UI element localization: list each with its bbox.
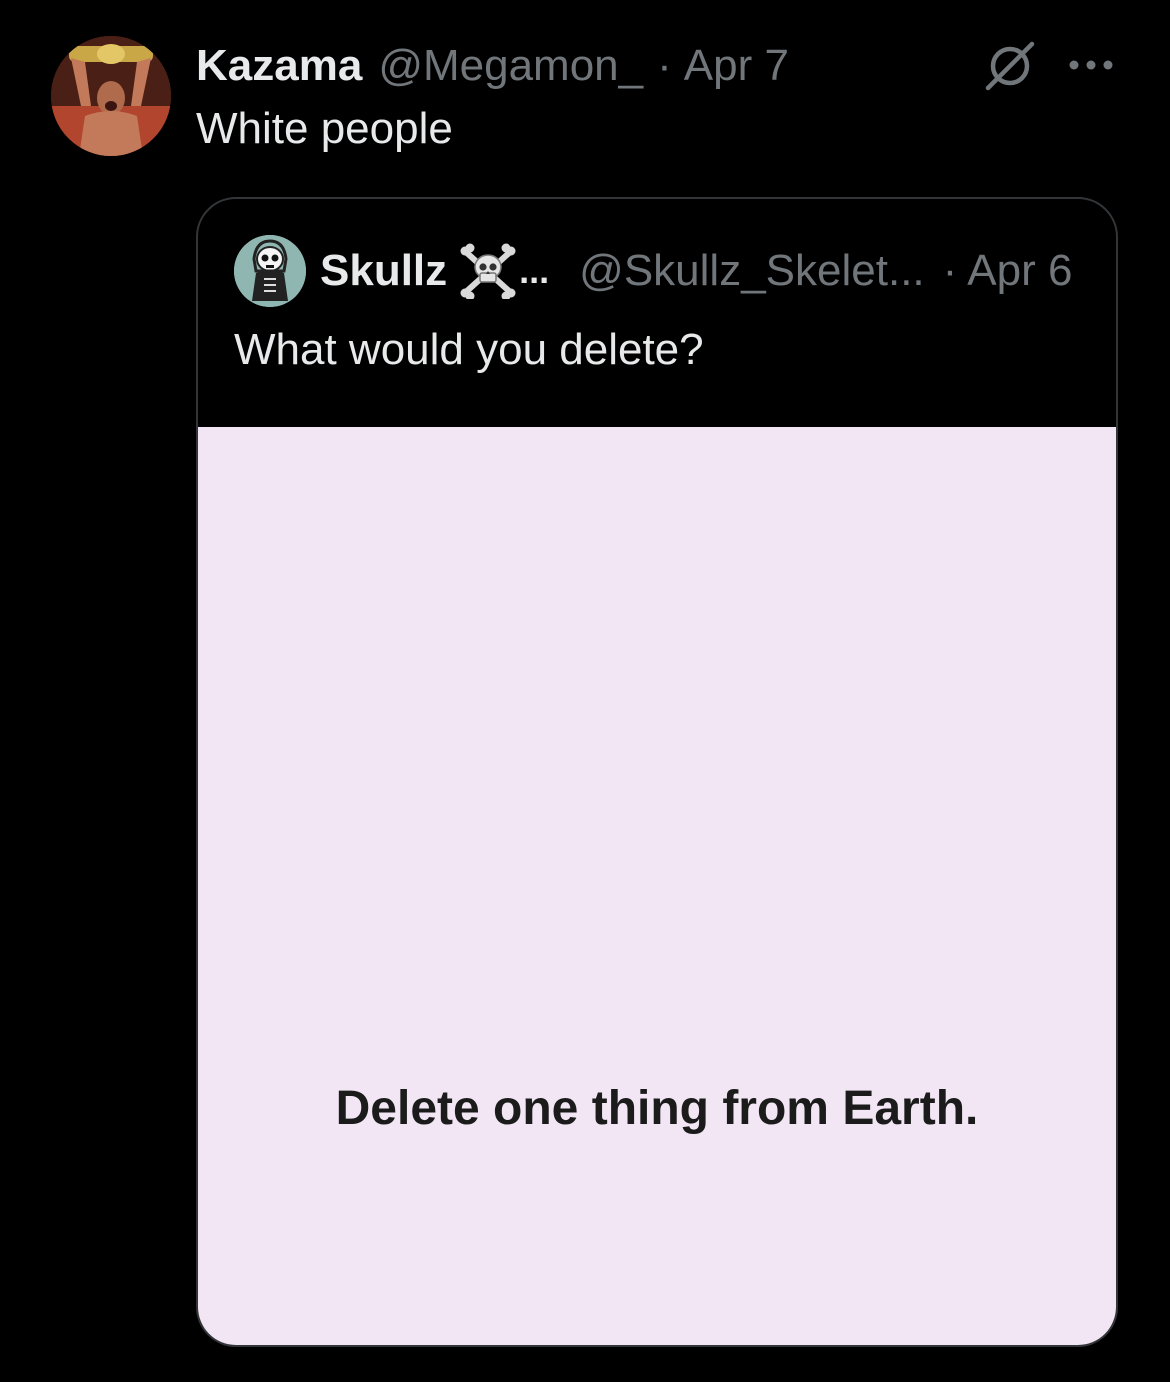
author-avatar[interactable]	[51, 36, 171, 156]
tweet-header: Kazama @Megamon_ · Apr 7	[196, 38, 789, 94]
skeleton-avatar-icon	[234, 235, 306, 307]
quoted-author-handle[interactable]: @Skullz_Skelet...	[579, 246, 924, 296]
more-options-icon[interactable]	[1066, 52, 1116, 78]
quoted-tweet-image[interactable]: Delete one thing from Earth.	[198, 427, 1116, 1345]
quoted-tweet-header: Skullz ... @Skullz_Skelet... · Apr 6	[320, 243, 1090, 301]
tweet-text: White people	[196, 104, 453, 153]
image-caption: Delete one thing from Earth.	[335, 1082, 979, 1135]
tweet: Kazama @Megamon_ · Apr 7 White people Sk…	[0, 0, 1170, 1382]
tweet-date[interactable]: Apr 7	[684, 41, 789, 91]
author-handle[interactable]: @Megamon_	[378, 41, 643, 91]
skull-crossbones-icon	[459, 243, 517, 301]
quoted-author-name[interactable]: Skullz	[320, 246, 447, 296]
wrestler-avatar-icon	[51, 36, 171, 156]
quoted-tweet-text: What would you delete?	[234, 325, 704, 374]
quoted-author-avatar[interactable]	[234, 235, 306, 307]
author-name[interactable]: Kazama	[196, 41, 362, 91]
separator-dot: ·	[657, 41, 672, 90]
quoted-tweet-date[interactable]: Apr 6	[967, 246, 1072, 296]
grok-icon[interactable]	[982, 38, 1038, 94]
quoted-separator-dot: ·	[942, 246, 958, 295]
name-truncation: ...	[519, 250, 550, 291]
quoted-tweet-card[interactable]: Skullz ... @Skullz_Skelet... · Apr 6 Wha…	[196, 197, 1118, 1347]
